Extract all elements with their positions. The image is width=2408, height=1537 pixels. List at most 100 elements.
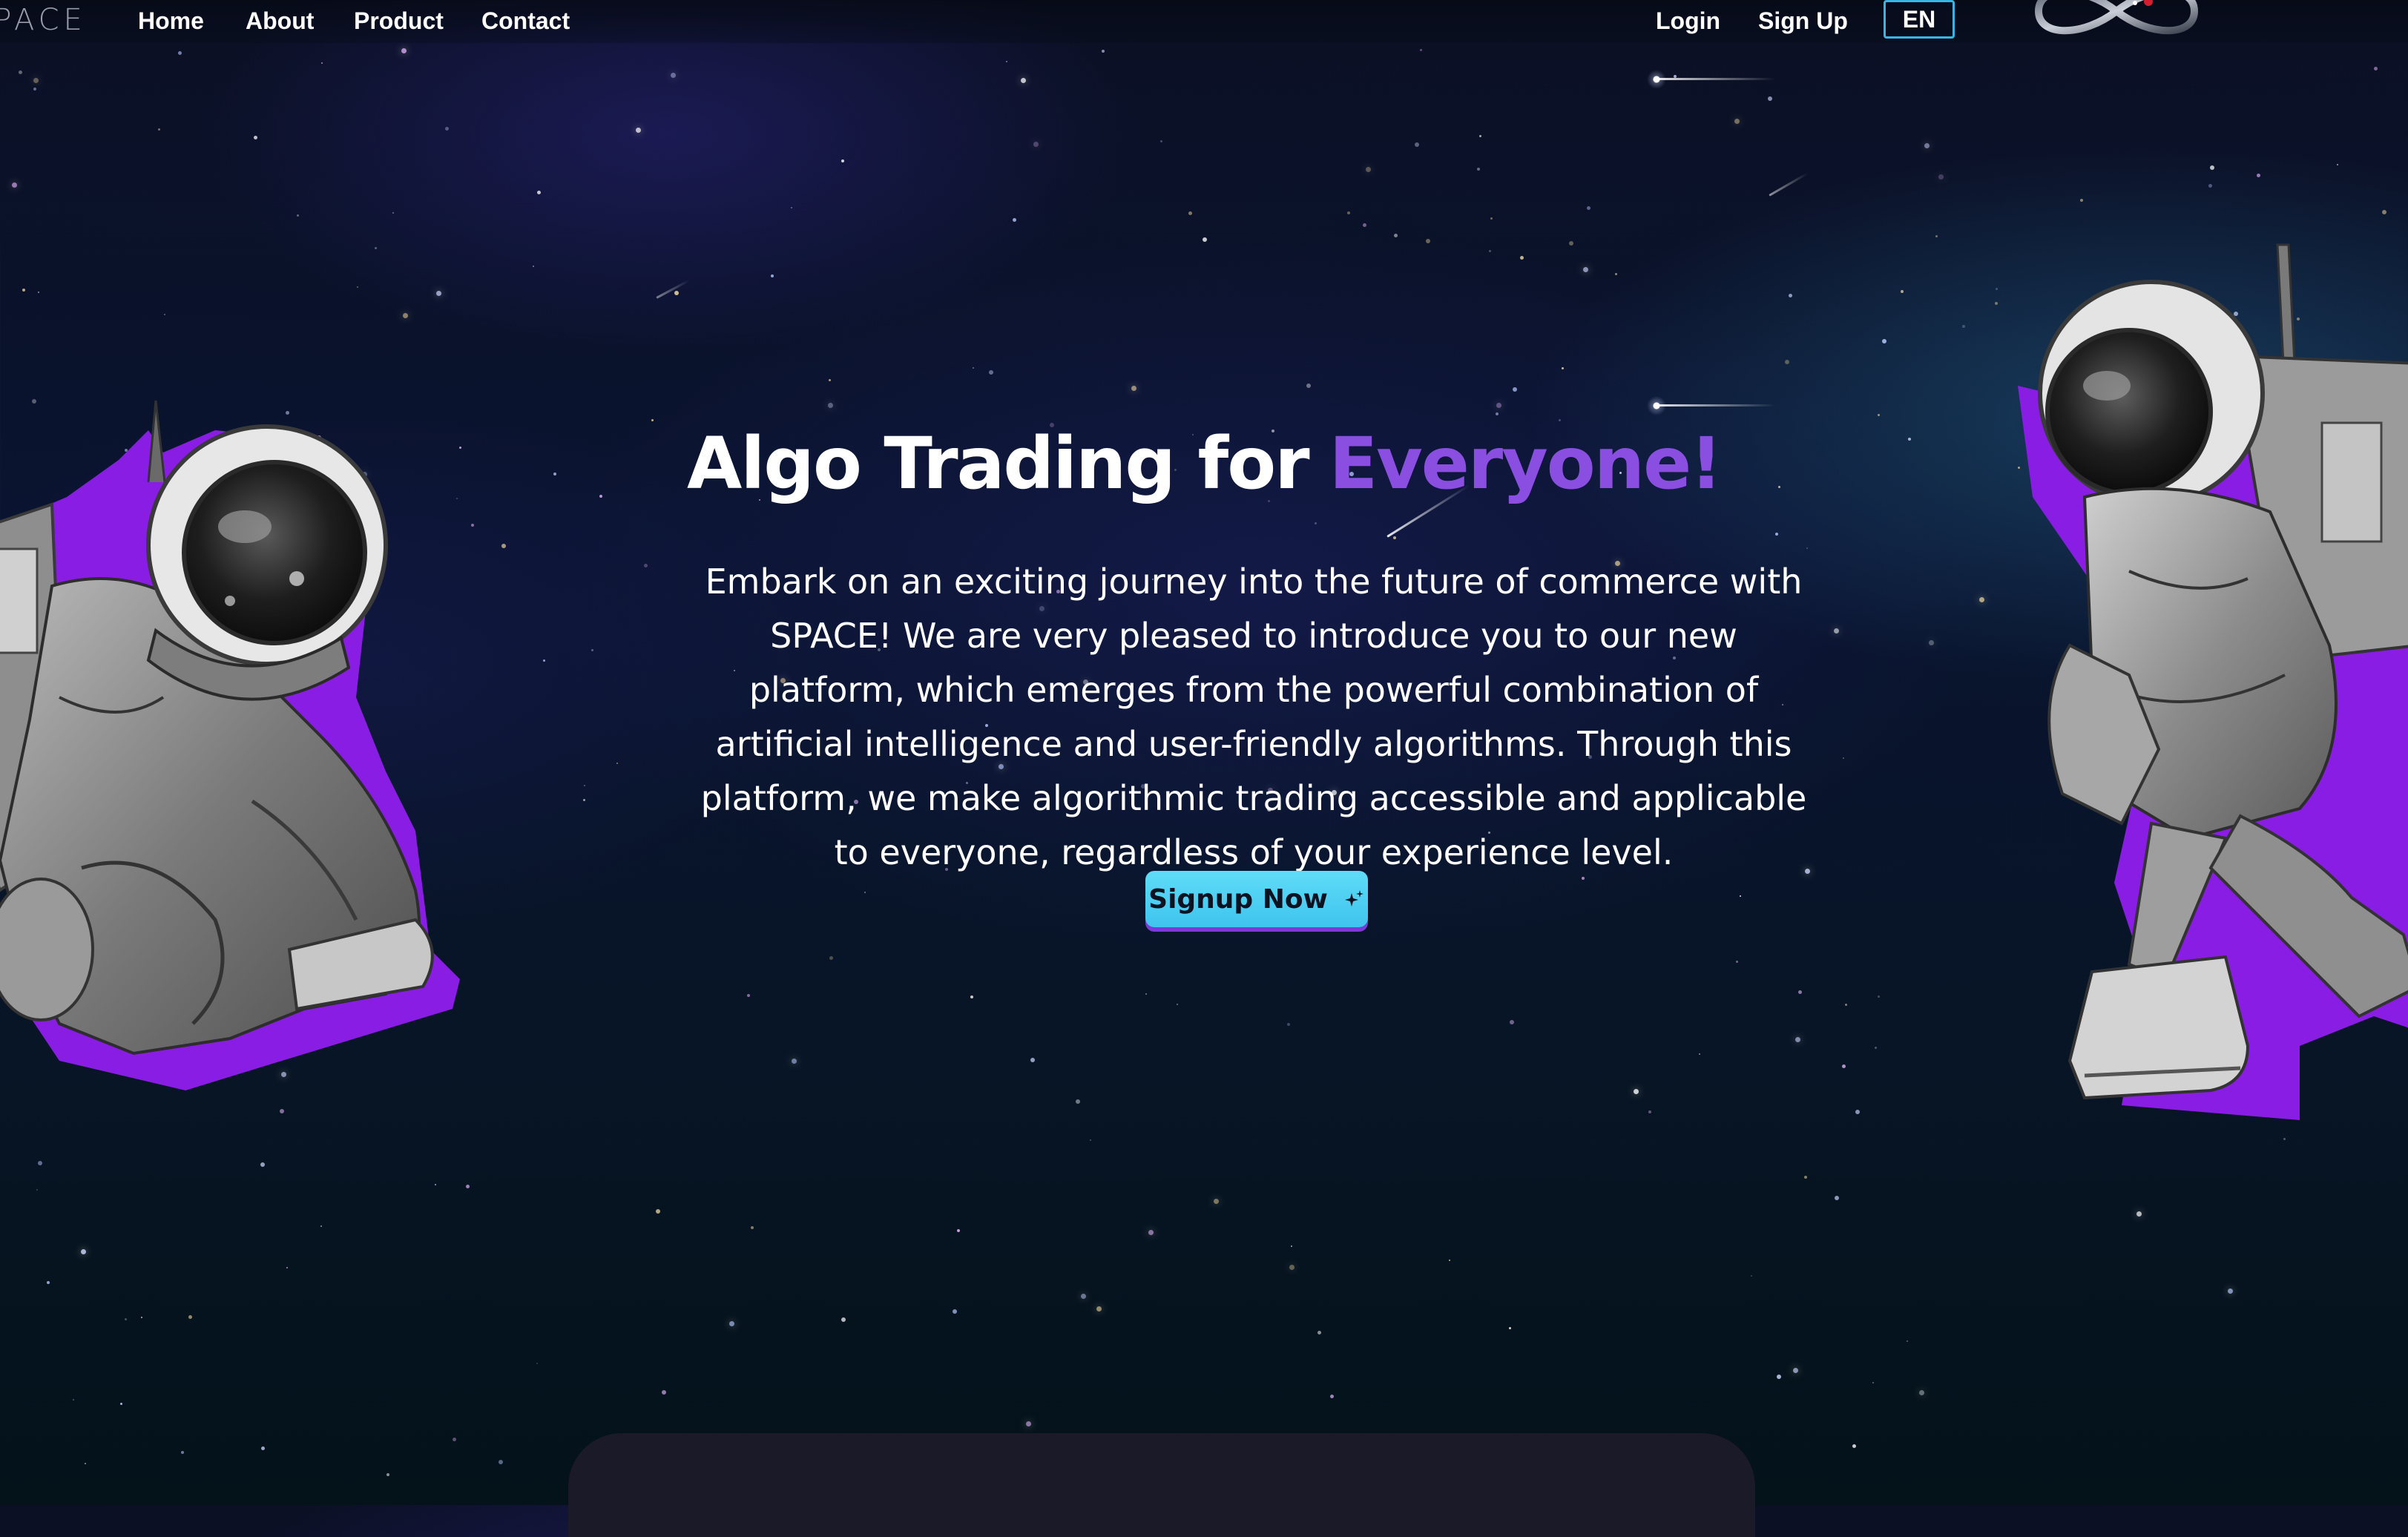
brand-logo-text[interactable]: SPACE: [0, 3, 87, 37]
star: [1648, 1110, 1651, 1113]
star: [1006, 61, 1007, 62]
language-selector[interactable]: EN: [1884, 0, 1955, 39]
star: [1026, 1421, 1031, 1426]
star: [1289, 1265, 1295, 1270]
star: [1188, 211, 1192, 215]
star: [1131, 386, 1136, 391]
star: [435, 1184, 436, 1185]
star: [1177, 1004, 1178, 1005]
star: [19, 70, 22, 74]
astronaut-right-illustration: [2018, 243, 2408, 1120]
star: [1901, 290, 1904, 293]
star: [120, 1403, 122, 1405]
star: [1394, 234, 1398, 237]
hero-title-highlight: Everyone!: [1329, 422, 1723, 505]
star: [1777, 1375, 1781, 1379]
star: [1291, 1245, 1292, 1247]
star: [1013, 218, 1016, 222]
star: [320, 1225, 322, 1227]
star: [38, 1161, 42, 1165]
star: [499, 1460, 503, 1464]
star: [674, 291, 679, 295]
star: [828, 403, 833, 408]
star: [1919, 1390, 1924, 1395]
star: [1330, 1395, 1334, 1398]
star: [543, 659, 545, 662]
bottom-content-card: [568, 1433, 1755, 1537]
star: [1907, 1340, 1908, 1342]
star: [158, 128, 160, 131]
star: [401, 48, 407, 53]
star: [829, 379, 831, 381]
star: [261, 1447, 265, 1450]
hero-title-main: Algo Trading for: [687, 422, 1310, 505]
sparkle-icon: [1344, 890, 1363, 906]
star: [466, 1185, 470, 1188]
star: [188, 1315, 192, 1319]
star: [141, 1317, 142, 1318]
star: [33, 78, 39, 83]
star: [501, 544, 506, 548]
star: [583, 799, 585, 801]
star: [1852, 1444, 1856, 1448]
star: [791, 207, 792, 208]
nav-link-product[interactable]: Product: [354, 7, 444, 35]
star: [1145, 993, 1147, 995]
star: [1081, 1294, 1086, 1299]
star: [85, 1463, 86, 1464]
login-link[interactable]: Login: [1656, 7, 1720, 35]
infinity-logo-icon[interactable]: [2024, 0, 2209, 52]
star: [1318, 1331, 1321, 1334]
star: [671, 73, 676, 78]
star: [386, 1473, 389, 1476]
star: [1510, 1020, 1514, 1024]
star: [1843, 757, 1844, 759]
star: [1736, 961, 1738, 963]
star: [1924, 143, 1930, 148]
star: [164, 314, 165, 315]
star: [864, 892, 866, 893]
star: [1872, 1382, 1874, 1383]
star: [2257, 174, 2260, 177]
star: [1835, 1196, 1839, 1200]
star: [392, 212, 394, 214]
star: [1996, 288, 1998, 290]
star: [771, 274, 774, 277]
star: [1615, 273, 1617, 275]
star: [841, 1317, 846, 1322]
star: [1562, 367, 1564, 369]
shooting-star-trail: [1657, 78, 1775, 80]
signup-link[interactable]: Sign Up: [1758, 7, 1848, 35]
star: [254, 136, 257, 139]
star: [1875, 1047, 1877, 1049]
star: [357, 286, 358, 288]
star: [829, 956, 833, 960]
star: [436, 291, 441, 296]
nav-link-home[interactable]: Home: [138, 7, 204, 35]
nav-link-contact[interactable]: Contact: [481, 7, 570, 35]
star: [1785, 360, 1789, 364]
star: [989, 370, 993, 375]
star: [1845, 1004, 1847, 1006]
star: [1415, 142, 1419, 147]
star: [792, 1059, 797, 1064]
star: [841, 159, 844, 162]
star: [2210, 165, 2214, 170]
star: [81, 1249, 86, 1254]
star: [1798, 990, 1802, 994]
star: [321, 62, 323, 64]
nav-link-about[interactable]: About: [246, 7, 314, 35]
star: [181, 1451, 184, 1454]
star: [1102, 50, 1105, 53]
signup-now-button[interactable]: Signup Now: [1145, 871, 1368, 927]
star: [125, 1318, 127, 1320]
star: [1513, 387, 1517, 392]
hero-title: Algo Trading for Everyone!: [0, 415, 2408, 512]
star: [591, 649, 593, 651]
star: [1306, 384, 1311, 388]
star: [1315, 522, 1317, 524]
star: [1393, 536, 1396, 539]
star: [1477, 168, 1480, 171]
star: [1804, 1176, 1807, 1179]
star: [286, 1267, 288, 1268]
